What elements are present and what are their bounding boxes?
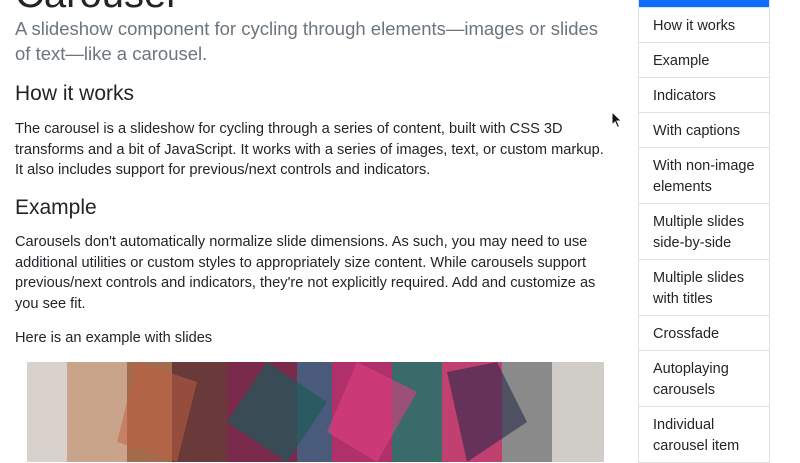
example-text: Carousels don't automatically normalize … bbox=[15, 234, 596, 312]
sidebar-item-autoplaying-carousels[interactable]: Autoplaying carousels bbox=[639, 351, 769, 407]
page-lead: A slideshow component for cycling throug… bbox=[15, 18, 599, 64]
how-it-works-text: The carousel is a slideshow for cycling … bbox=[15, 121, 604, 178]
sidebar-item-crossfade[interactable]: Crossfade bbox=[639, 316, 769, 351]
sidebar-item-with-non-image-elements[interactable]: With non-image elements bbox=[639, 148, 769, 204]
slides-intro-text: Here is an example with slides bbox=[15, 330, 213, 346]
mouse-pointer-icon bbox=[611, 110, 623, 129]
sidebar-item-individual-carousel-item[interactable]: Individual carousel item bbox=[639, 407, 769, 463]
carousel-slide-image bbox=[27, 362, 604, 462]
sidebar-item-indicators[interactable]: Indicators bbox=[639, 78, 769, 113]
page-title: Carousel bbox=[15, 0, 175, 14]
heading-example: Example bbox=[15, 196, 97, 219]
sidebar-item-multiple-slides-with-titles[interactable]: Multiple slides with titles bbox=[639, 260, 769, 316]
sidebar-nav: How it works Example Indicators With cap… bbox=[638, 0, 770, 463]
sidebar-item-multiple-slides-side-by-side[interactable]: Multiple slides side-by-side bbox=[639, 204, 769, 260]
sidebar-item-how-it-works[interactable]: How it works bbox=[639, 8, 769, 43]
sidebar-item-active[interactable] bbox=[639, 0, 769, 8]
sidebar-item-with-captions[interactable]: With captions bbox=[639, 113, 769, 148]
sidebar-item-example[interactable]: Example bbox=[639, 43, 769, 78]
heading-how-it-works: How it works bbox=[15, 82, 135, 105]
